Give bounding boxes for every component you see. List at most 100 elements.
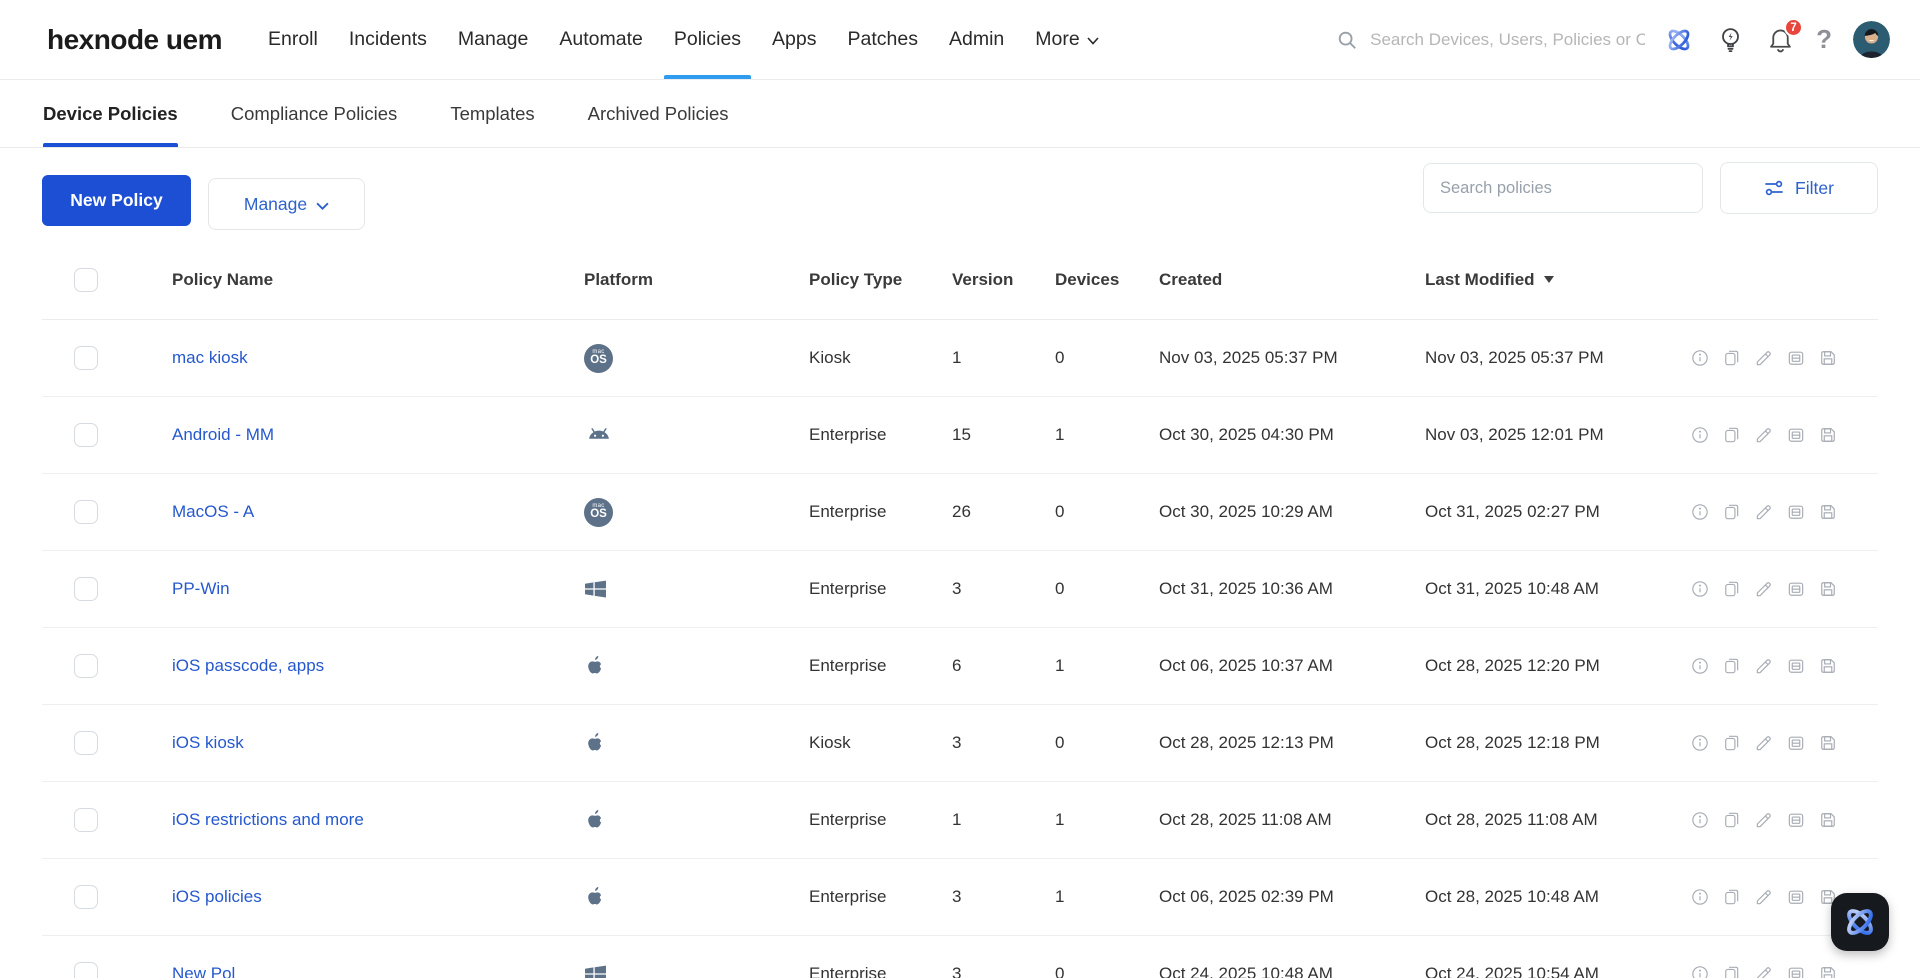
tab-templates[interactable]: Templates (450, 80, 534, 147)
policy-name-link[interactable]: PP-Win (172, 579, 230, 598)
nav-item-more[interactable]: More (1035, 0, 1099, 79)
save-icon[interactable] (1818, 579, 1838, 599)
save-icon[interactable] (1818, 502, 1838, 522)
save-icon[interactable] (1818, 656, 1838, 676)
tab-compliance-policies[interactable]: Compliance Policies (231, 80, 398, 147)
row-checkbox[interactable] (74, 731, 98, 755)
copy-icon[interactable] (1722, 348, 1742, 368)
tab-device-policies[interactable]: Device Policies (43, 80, 178, 147)
info-icon[interactable] (1690, 502, 1710, 522)
policy-name-link[interactable]: iOS policies (172, 887, 262, 906)
policy-name-link[interactable]: Android - MM (172, 425, 274, 444)
column-header-policy-name[interactable]: Policy Name (172, 270, 584, 290)
versions-icon[interactable] (1786, 348, 1806, 368)
save-icon[interactable] (1818, 425, 1838, 445)
chevron-down-icon (1087, 36, 1099, 45)
nav-item-incidents[interactable]: Incidents (349, 0, 427, 79)
policy-name-link[interactable]: iOS kiosk (172, 733, 244, 752)
search-policies-input[interactable] (1423, 163, 1703, 213)
versions-icon[interactable] (1786, 964, 1806, 978)
edit-pencil-icon[interactable] (1754, 810, 1774, 830)
row-checkbox[interactable] (74, 654, 98, 678)
tab-archived-policies[interactable]: Archived Policies (588, 80, 729, 147)
edit-pencil-icon[interactable] (1754, 425, 1774, 445)
copy-icon[interactable] (1722, 656, 1742, 676)
policy-name-link[interactable]: MacOS - A (172, 502, 254, 521)
whats-new-bulb-icon[interactable] (1716, 25, 1745, 54)
copy-icon[interactable] (1722, 810, 1742, 830)
versions-icon[interactable] (1786, 656, 1806, 676)
column-header-last-modified[interactable]: Last Modified (1425, 270, 1675, 290)
nav-item-apps[interactable]: Apps (772, 0, 816, 79)
policy-name-link[interactable]: iOS restrictions and more (172, 810, 364, 829)
copy-icon[interactable] (1722, 579, 1742, 599)
global-search-input[interactable] (1370, 29, 1646, 50)
column-header-version[interactable]: Version (952, 270, 1055, 290)
versions-icon[interactable] (1786, 579, 1806, 599)
copy-icon[interactable] (1722, 887, 1742, 907)
versions-icon[interactable] (1786, 502, 1806, 522)
row-checkbox[interactable] (74, 500, 98, 524)
edit-pencil-icon[interactable] (1754, 733, 1774, 753)
column-header-platform[interactable]: Platform (584, 270, 809, 290)
row-checkbox[interactable] (74, 577, 98, 601)
edit-pencil-icon[interactable] (1754, 502, 1774, 522)
devices-cell: 1 (1055, 887, 1065, 906)
filter-sliders-icon (1765, 180, 1783, 196)
row-checkbox[interactable] (74, 423, 98, 447)
info-icon[interactable] (1690, 733, 1710, 753)
macos-platform-icon: mac OS (584, 497, 613, 527)
row-checkbox[interactable] (74, 346, 98, 370)
copy-icon[interactable] (1722, 964, 1742, 978)
copy-icon[interactable] (1722, 733, 1742, 753)
policy-name-link[interactable]: mac kiosk (172, 348, 248, 367)
row-checkbox[interactable] (74, 885, 98, 909)
help-icon[interactable]: ? (1816, 24, 1832, 55)
info-icon[interactable] (1690, 579, 1710, 599)
new-policy-button[interactable]: New Policy (42, 175, 191, 226)
copy-icon[interactable] (1722, 425, 1742, 445)
select-all-checkbox[interactable] (74, 267, 98, 292)
edit-pencil-icon[interactable] (1754, 887, 1774, 907)
nav-item-patches[interactable]: Patches (848, 0, 918, 79)
row-checkbox[interactable] (74, 808, 98, 832)
hexnode-logo-icon[interactable] (1663, 24, 1695, 56)
notifications-bell-icon[interactable]: 7 (1766, 18, 1804, 54)
info-icon[interactable] (1690, 964, 1710, 978)
filter-button[interactable]: Filter (1720, 162, 1878, 214)
versions-icon[interactable] (1786, 887, 1806, 907)
policy-name-link[interactable]: New Pol (172, 964, 235, 978)
versions-icon[interactable] (1786, 810, 1806, 830)
copy-icon[interactable] (1722, 502, 1742, 522)
row-checkbox[interactable] (74, 962, 98, 978)
nav-item-manage[interactable]: Manage (458, 0, 528, 79)
column-header-policy-type[interactable]: Policy Type (809, 270, 952, 290)
column-header-devices[interactable]: Devices (1055, 270, 1159, 290)
hexnode-uem-logo[interactable]: hexnode uem (47, 24, 222, 56)
devices-cell: 1 (1055, 656, 1065, 675)
nav-item-automate[interactable]: Automate (559, 0, 642, 79)
edit-pencil-icon[interactable] (1754, 656, 1774, 676)
nav-item-enroll[interactable]: Enroll (268, 0, 318, 79)
info-icon[interactable] (1690, 887, 1710, 907)
nav-item-policies[interactable]: Policies (663, 0, 752, 79)
manage-dropdown-button[interactable]: Manage (208, 178, 365, 230)
info-icon[interactable] (1690, 425, 1710, 445)
edit-pencil-icon[interactable] (1754, 348, 1774, 368)
hexnode-chat-fab[interactable] (1831, 893, 1889, 951)
info-icon[interactable] (1690, 810, 1710, 830)
user-avatar[interactable] (1853, 21, 1890, 58)
save-icon[interactable] (1818, 733, 1838, 753)
save-icon[interactable] (1818, 348, 1838, 368)
info-icon[interactable] (1690, 656, 1710, 676)
versions-icon[interactable] (1786, 733, 1806, 753)
edit-pencil-icon[interactable] (1754, 579, 1774, 599)
save-icon[interactable] (1818, 810, 1838, 830)
policy-name-link[interactable]: iOS passcode, apps (172, 656, 324, 675)
save-icon[interactable] (1818, 964, 1838, 978)
info-icon[interactable] (1690, 348, 1710, 368)
column-header-created[interactable]: Created (1159, 270, 1425, 290)
edit-pencil-icon[interactable] (1754, 964, 1774, 978)
nav-item-admin[interactable]: Admin (949, 0, 1004, 79)
versions-icon[interactable] (1786, 425, 1806, 445)
